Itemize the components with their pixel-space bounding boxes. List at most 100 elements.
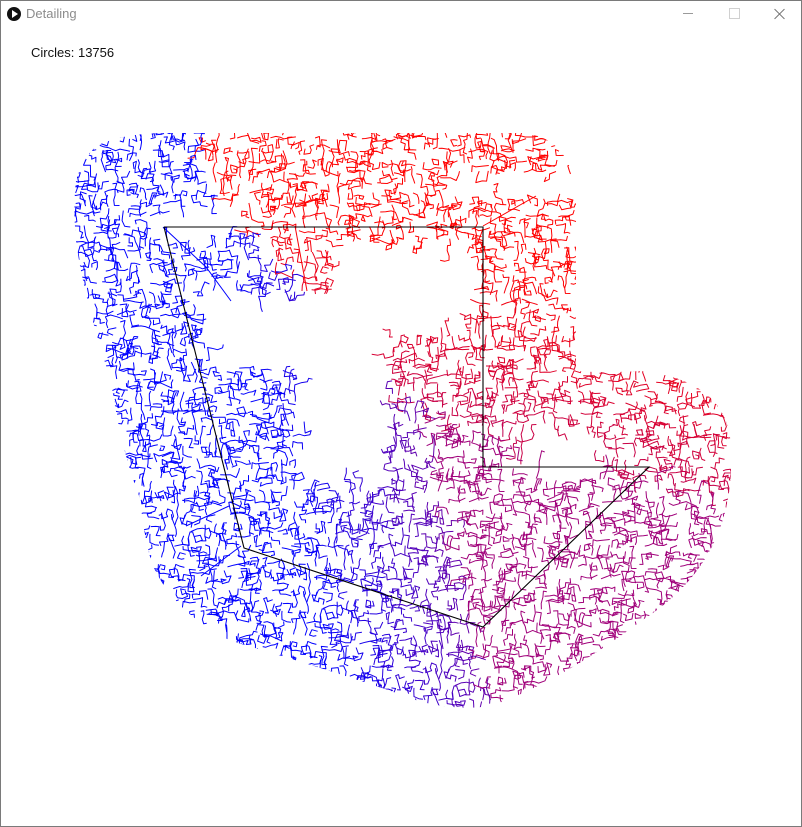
scribble-segment bbox=[96, 419, 124, 427]
scribble-segment bbox=[34, 308, 61, 316]
scribble-segment bbox=[687, 589, 699, 606]
scribble-segment bbox=[563, 138, 572, 148]
scribble-segment bbox=[86, 596, 98, 604]
scribble-segment bbox=[596, 604, 612, 623]
close-button[interactable] bbox=[757, 1, 801, 27]
scribble-segment bbox=[627, 302, 635, 330]
scribble-segment bbox=[581, 304, 602, 315]
scribble-segment bbox=[190, 546, 201, 557]
scribble-segment bbox=[716, 391, 724, 416]
scribble-segment bbox=[571, 691, 584, 708]
scribble-segment bbox=[81, 590, 90, 598]
scribble-segment bbox=[689, 153, 699, 182]
scribble-segment bbox=[450, 470, 471, 478]
scribble-segment bbox=[395, 698, 417, 706]
scribble-segment bbox=[283, 205, 292, 218]
scribble-segment bbox=[713, 555, 727, 571]
scribble-segment bbox=[681, 601, 694, 625]
scribble-segment bbox=[195, 677, 214, 691]
scribble-segment bbox=[347, 180, 361, 190]
scribble-segment bbox=[711, 558, 718, 586]
scribble-segment bbox=[356, 124, 373, 130]
scribble-segment bbox=[634, 456, 649, 466]
scribble-segment bbox=[545, 313, 556, 321]
scribble-segment bbox=[494, 202, 507, 218]
scribble-segment bbox=[89, 640, 103, 653]
scribble-segment bbox=[48, 121, 61, 130]
scribble-segment bbox=[610, 120, 617, 130]
maximize-button[interactable] bbox=[711, 1, 757, 27]
scribble-segment bbox=[650, 648, 678, 657]
scribble-segment bbox=[720, 599, 726, 615]
scribble-segment bbox=[644, 395, 667, 405]
scribble-segment bbox=[74, 279, 86, 289]
scribble-segment bbox=[524, 500, 541, 512]
scribble-segment bbox=[332, 687, 339, 702]
scribble-segment bbox=[611, 148, 627, 156]
scribble-segment bbox=[469, 668, 480, 677]
scribble-segment bbox=[599, 677, 603, 698]
sketch-canvas[interactable] bbox=[1, 27, 801, 826]
scribble-segment bbox=[76, 533, 107, 545]
scribble-segment bbox=[48, 193, 68, 202]
scribble-segment bbox=[307, 159, 317, 169]
scribble-segment bbox=[706, 504, 716, 515]
scribble-segment bbox=[425, 569, 441, 585]
scribble-segment bbox=[723, 561, 732, 570]
scribble-segment bbox=[106, 616, 126, 629]
scribble-segment bbox=[716, 225, 722, 237]
scribble-segment bbox=[629, 173, 636, 192]
scribble-segment bbox=[576, 661, 592, 669]
scribble-segment bbox=[685, 391, 701, 404]
scribble-segment bbox=[634, 613, 659, 624]
scribble-segment bbox=[251, 232, 261, 249]
scribble-segment bbox=[708, 236, 716, 261]
scribble-segment bbox=[170, 514, 177, 537]
scribble-segment bbox=[74, 533, 75, 548]
scribble-segment bbox=[97, 708, 114, 715]
scribble-segment bbox=[58, 270, 71, 282]
scribble-segment bbox=[589, 225, 611, 231]
scribble-segment bbox=[385, 138, 396, 150]
scribble-segment bbox=[632, 195, 642, 206]
scribble-segment bbox=[437, 181, 448, 190]
scribble-segment bbox=[201, 644, 211, 665]
scribble-segment bbox=[587, 346, 595, 371]
scribble-segment bbox=[729, 666, 732, 684]
scribble-segment bbox=[358, 610, 372, 623]
scribble-segment bbox=[625, 579, 645, 590]
scribble-segment bbox=[74, 486, 87, 505]
scribble-segment bbox=[469, 509, 484, 518]
scribble-segment bbox=[613, 484, 621, 502]
scribble-segment bbox=[74, 265, 88, 281]
scribble-segment bbox=[668, 214, 679, 238]
scribble-segment bbox=[701, 328, 711, 338]
scribble-segment bbox=[732, 343, 742, 351]
scribble-segment bbox=[555, 416, 570, 426]
scribble-segment bbox=[163, 643, 177, 659]
scribble-segment bbox=[615, 712, 624, 735]
scribble-segment bbox=[599, 680, 625, 689]
scribble-segment bbox=[562, 659, 572, 678]
scribble-segment bbox=[691, 213, 700, 222]
scribble-segment bbox=[522, 643, 530, 655]
title-bar[interactable]: Detailing bbox=[1, 1, 801, 27]
scribble-segment bbox=[630, 625, 646, 635]
scribble-segment bbox=[262, 642, 279, 649]
scribble-segment bbox=[701, 138, 724, 144]
scribble-segment bbox=[593, 145, 601, 159]
scribble-segment bbox=[569, 324, 580, 348]
scribble-segment bbox=[94, 665, 116, 669]
scribble-segment bbox=[696, 184, 704, 200]
scribble-segment bbox=[74, 677, 85, 685]
scribble-segment bbox=[652, 133, 668, 137]
scribble-segment bbox=[581, 135, 590, 151]
scribble-segment bbox=[730, 185, 732, 216]
minimize-button[interactable] bbox=[665, 1, 711, 27]
scribble-segment bbox=[556, 223, 571, 234]
scribble-segment bbox=[127, 549, 150, 560]
scribble-segment bbox=[617, 153, 627, 173]
scribble-segment bbox=[117, 445, 124, 456]
scribble-segment bbox=[691, 630, 711, 641]
scribble-segment bbox=[96, 359, 118, 380]
